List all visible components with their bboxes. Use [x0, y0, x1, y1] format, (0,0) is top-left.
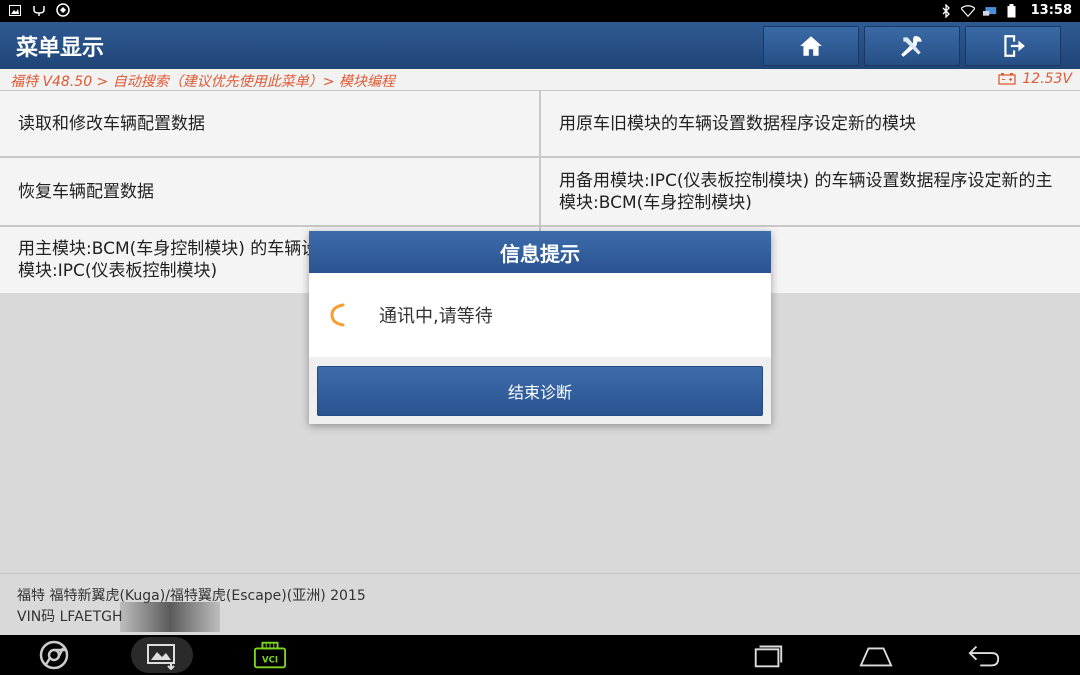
vci-label: VCI: [262, 656, 278, 666]
dialog-body: 通讯中,请等待: [309, 273, 771, 357]
menu-item-read-modify-config[interactable]: 读取和修改车辆配置数据: [0, 91, 539, 156]
image-icon: [8, 3, 22, 17]
dialog-title: 信息提示: [309, 231, 771, 273]
page-title: 菜单显示: [16, 36, 105, 61]
title-bar: 菜单显示: [0, 22, 1080, 69]
home-button[interactable]: [763, 26, 859, 66]
vci-button[interactable]: VCI: [250, 637, 290, 673]
menu-item-restore-config[interactable]: 恢复车辆配置数据: [0, 158, 539, 225]
menu-item-program-bcm-from-ipc[interactable]: 用备用模块:IPC(仪表板控制模块) 的车辆设置数据程序设定新的主模块:BCM(…: [541, 158, 1080, 225]
battery-icon: [1005, 3, 1019, 18]
battery-voltage-icon: [998, 73, 1016, 85]
clock: 13:58: [1030, 3, 1072, 18]
tools-button[interactable]: [864, 26, 960, 66]
chrome-icon: [39, 640, 69, 670]
vci-icon: VCI: [253, 641, 287, 669]
breadcrumb-bar: 福特 V48.50 > 自动搜索（建议优先使用此菜单）> 模块编程 12.53V: [0, 69, 1080, 91]
status-bar: 13:58: [0, 0, 1080, 22]
info-dialog: 信息提示 通讯中,请等待 结束诊断: [309, 231, 771, 424]
vin-redaction: [120, 602, 220, 632]
recent-apps-button[interactable]: [748, 637, 788, 673]
navigation-bar: VCI: [0, 635, 1080, 675]
chrome-button[interactable]: [36, 637, 72, 673]
usb-icon: [32, 3, 46, 17]
diagnostic-app-icon: [56, 3, 70, 17]
gallery-icon: [147, 644, 175, 670]
back-icon: [968, 645, 1000, 667]
menu-item-program-from-old-module[interactable]: 用原车旧模块的车辆设置数据程序设定新的模块: [541, 91, 1080, 156]
exit-icon: [1004, 35, 1025, 57]
voltage-value: 12.53V: [1022, 71, 1072, 87]
home-nav-button[interactable]: [856, 637, 896, 673]
tools-icon: [901, 36, 922, 57]
vehicle-vin: VIN码 LFAETGH: [17, 609, 123, 625]
gallery-button[interactable]: [131, 637, 193, 673]
dialog-footer: 结束诊断: [309, 357, 771, 424]
loading-spinner-icon: [330, 303, 345, 327]
back-button[interactable]: [964, 637, 1004, 673]
bluetooth-icon: [939, 3, 953, 18]
exit-button[interactable]: [965, 26, 1061, 66]
dialog-message: 通讯中,请等待: [379, 306, 493, 327]
vehicle-info: 福特 福特新翼虎(Kuga)/福特翼虎(Escape)(亚洲) 2015 VIN…: [0, 573, 1080, 635]
recent-apps-icon: [754, 645, 783, 668]
end-diagnosis-button[interactable]: 结束诊断: [317, 366, 763, 416]
wifi-icon: [960, 4, 975, 18]
voltage-indicator: 12.53V: [998, 71, 1072, 87]
home-icon: [800, 36, 822, 56]
cast-icon: [982, 4, 997, 18]
breadcrumb: 福特 V48.50 > 自动搜索（建议优先使用此菜单）> 模块编程: [10, 74, 395, 90]
home-nav-icon: [859, 647, 893, 667]
